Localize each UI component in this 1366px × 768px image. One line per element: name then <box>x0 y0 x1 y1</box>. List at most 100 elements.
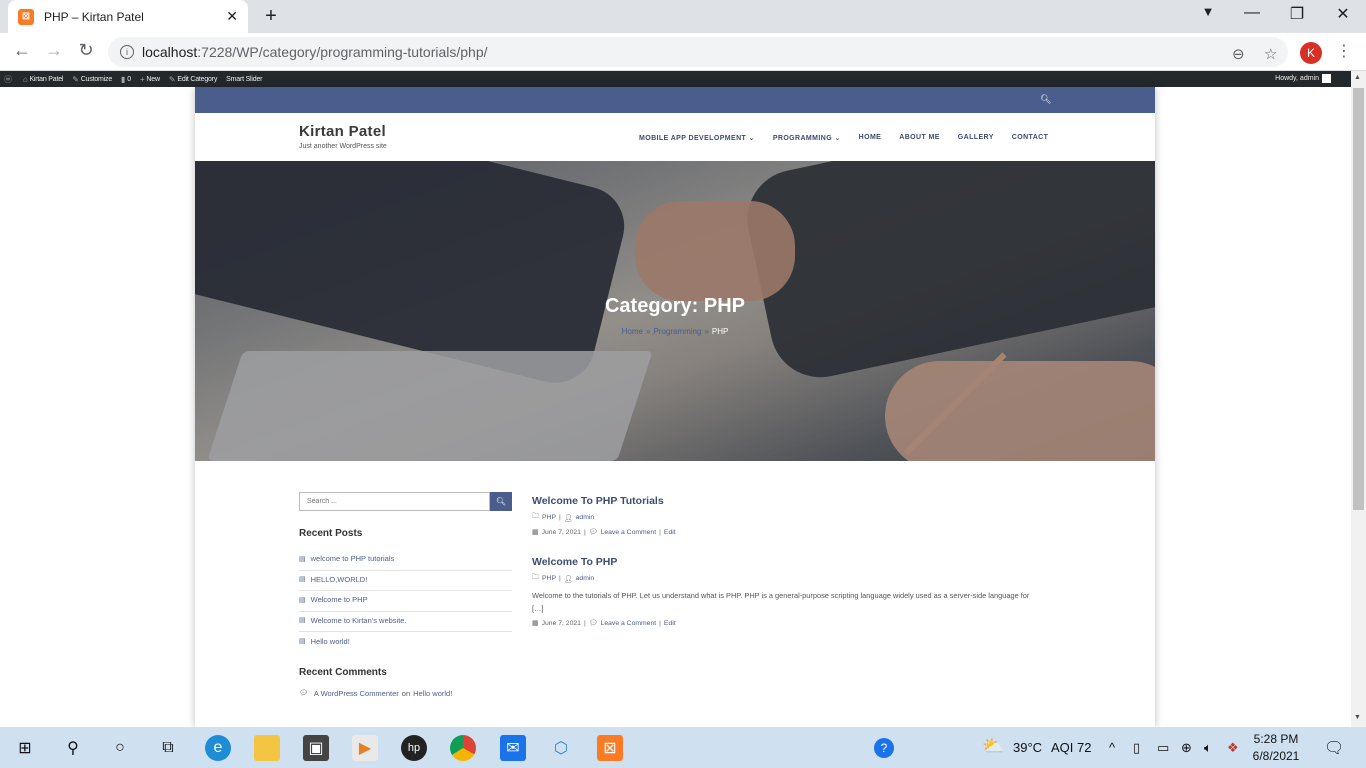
task-view-icon[interactable]: ⧉ <box>155 735 181 761</box>
zoom-icon[interactable]: ⊖ <box>1232 45 1245 63</box>
nav-mobile-app-development[interactable]: MOBILE APP DEVELOPMENT ⌄ <box>639 134 755 142</box>
recent-post-item[interactable]: ▤ Hello world! <box>299 632 512 653</box>
minimize-button[interactable]: — <box>1240 4 1264 22</box>
help-icon[interactable]: ? <box>874 738 894 758</box>
browser-tab[interactable]: ⊠ PHP – Kirtan Patel ✕ <box>8 0 248 33</box>
adminbar-edit-category[interactable]: ✎ Edit Category <box>168 74 218 84</box>
adminbar-smart-slider[interactable]: Smart Slider <box>226 76 262 83</box>
device-icon[interactable]: ▯ <box>1133 740 1140 756</box>
post-author-link[interactable]: admin <box>576 575 595 582</box>
nav-about-me[interactable]: ABOUT ME <box>899 134 940 142</box>
user-icon: 👤︎ <box>563 514 573 522</box>
aqi[interactable]: AQI 72 <box>1051 740 1091 755</box>
recent-post-item[interactable]: ▤ Welcome to PHP <box>299 591 512 612</box>
adminbar-new[interactable]: + New <box>140 75 160 84</box>
bookmark-star-icon[interactable]: ☆ <box>1264 45 1277 63</box>
temperature[interactable]: 39°C <box>1013 740 1042 755</box>
nav-home[interactable]: HOME <box>859 134 882 142</box>
document-icon: ▤ <box>299 555 306 563</box>
post-author-link[interactable]: admin <box>576 514 595 521</box>
post-entry: Welcome To PHP Tutorials 🗀︎ PHP | 👤︎ admin … <box>532 495 1042 536</box>
scroll-down-arrow-icon[interactable]: ▼ <box>1354 714 1361 721</box>
search-input[interactable] <box>299 492 490 511</box>
cube-app-icon[interactable]: ⬡ <box>548 735 574 761</box>
post-title-link[interactable]: Welcome To PHP Tutorials <box>532 495 1042 507</box>
xampp-icon[interactable]: ⊠ <box>597 735 623 761</box>
file-explorer-icon[interactable] <box>254 735 280 761</box>
store-icon[interactable]: ▣ <box>303 735 329 761</box>
edit-post-link[interactable]: Edit <box>664 529 676 536</box>
site-info-icon[interactable]: i <box>120 45 134 59</box>
comment-icon: 💬︎ <box>588 620 598 627</box>
battery-icon[interactable]: ▭ <box>1157 740 1169 756</box>
forward-button[interactable]: → <box>42 40 66 61</box>
back-button[interactable]: ← <box>10 40 34 61</box>
recent-post-item[interactable]: ▤ Welcome to Kirtan's website. <box>299 612 512 632</box>
address-bar[interactable]: i localhost:7228/WP/category/programming… <box>108 37 1288 67</box>
tab-search-icon[interactable]: ▼ <box>1196 4 1220 19</box>
windows-start-icon[interactable]: ⊞ <box>12 735 38 761</box>
recent-post-item[interactable]: ▤ welcome to PHP tutorials <box>299 550 512 571</box>
media-player-icon[interactable]: ▶ <box>352 735 378 761</box>
adminbar-site-name[interactable]: ⌂ Kirtan Patel <box>23 75 64 84</box>
tab-title: PHP – Kirtan Patel <box>44 9 144 24</box>
search-icon[interactable]: ⚲ <box>60 735 86 761</box>
windows-taskbar: ⊞ ⚲ ○ ⧉ e ▣ ▶ hp ✉ ⬡ ⊠ ? ⛅ 39°C AQI 72 ^… <box>0 727 1366 768</box>
calendar-icon: ▦ <box>532 620 539 627</box>
chrome-icon[interactable] <box>450 735 476 761</box>
weather-icon[interactable]: ⛅ <box>982 736 1004 757</box>
site-page: 🔍︎ Kirtan Patel Just another WordPress s… <box>195 87 1155 727</box>
site-title[interactable]: Kirtan Patel <box>299 123 386 140</box>
post-category-link[interactable]: PHP <box>542 575 556 582</box>
new-tab-button[interactable]: + <box>260 5 282 28</box>
profile-avatar[interactable]: K <box>1300 42 1322 64</box>
search-submit-button[interactable]: 🔍︎ <box>490 492 512 511</box>
edge-icon[interactable]: e <box>205 735 231 761</box>
post-category-link[interactable]: PHP <box>542 514 556 521</box>
adminbar-customize[interactable]: ✎ Customize <box>72 75 112 84</box>
hp-icon[interactable]: hp <box>401 735 427 761</box>
breadcrumb-home[interactable]: Home <box>622 327 643 336</box>
url-host: localhost <box>142 44 198 60</box>
network-icon[interactable]: ⊕ <box>1181 740 1192 756</box>
recent-post-item[interactable]: ▤ HELLO,WORLD! <box>299 571 512 591</box>
system-clock[interactable]: 5:28 PM 6/8/2021 <box>1250 731 1302 765</box>
nav-contact[interactable]: CONTACT <box>1012 134 1049 142</box>
nav-programming[interactable]: PROGRAMMING ⌄ <box>773 134 841 142</box>
browser-menu-icon[interactable]: ⋮ <box>1336 41 1352 61</box>
mail-icon[interactable]: ✉ <box>500 735 526 761</box>
comment-icon: 💬︎ <box>588 529 598 536</box>
notifications-icon[interactable]: 🗨︎ <box>1324 738 1344 758</box>
scrollbar-thumb[interactable] <box>1353 88 1364 510</box>
wp-logo-icon[interactable]: ⓦ <box>4 74 14 85</box>
scroll-up-arrow-icon[interactable]: ▲ <box>1354 74 1361 81</box>
post-date: June 7, 2021 <box>541 528 581 536</box>
dropbox-icon[interactable]: ❖ <box>1227 740 1239 756</box>
comment-post-link[interactable]: Hello world! <box>413 689 452 698</box>
show-hidden-icons-icon[interactable]: ^ <box>1109 740 1115 755</box>
page-title: Category: PHP <box>604 295 746 317</box>
clock-date: 6/8/2021 <box>1252 749 1300 763</box>
close-tab-icon[interactable]: ✕ <box>226 8 238 25</box>
cortana-icon[interactable]: ○ <box>107 735 133 761</box>
post-title-link[interactable]: Welcome To PHP <box>532 556 1042 568</box>
nav-gallery[interactable]: GALLERY <box>958 134 994 142</box>
page-scrollbar[interactable]: ▲ ▼ <box>1351 71 1366 727</box>
reload-button[interactable]: ↻ <box>74 40 98 61</box>
edit-post-link[interactable]: Edit <box>664 620 676 627</box>
comment-author-link[interactable]: A WordPress Commenter <box>314 689 399 698</box>
url-path: :7228/WP/category/programming-tutorials/… <box>197 44 488 60</box>
restore-button[interactable]: ❐ <box>1285 4 1309 24</box>
breadcrumb-programming[interactable]: Programming <box>653 327 701 336</box>
document-icon: ▤ <box>299 617 306 625</box>
adminbar-howdy[interactable]: Howdy, admin <box>1275 74 1331 83</box>
leave-comment-link[interactable]: Leave a Comment <box>601 620 657 627</box>
header-search-icon[interactable]: 🔍︎ <box>1040 94 1051 105</box>
document-icon: ▤ <box>299 596 306 604</box>
close-window-button[interactable]: ✕ <box>1331 4 1355 24</box>
post-excerpt: Welcome to the tutorials of PHP. Let us … <box>532 591 1030 613</box>
volume-icon[interactable]: 🔈︎ <box>1204 740 1212 756</box>
pencil-icon: ✎ <box>168 74 176 84</box>
adminbar-comments[interactable]: ▮ 0 <box>121 75 131 84</box>
leave-comment-link[interactable]: Leave a Comment <box>601 529 657 536</box>
